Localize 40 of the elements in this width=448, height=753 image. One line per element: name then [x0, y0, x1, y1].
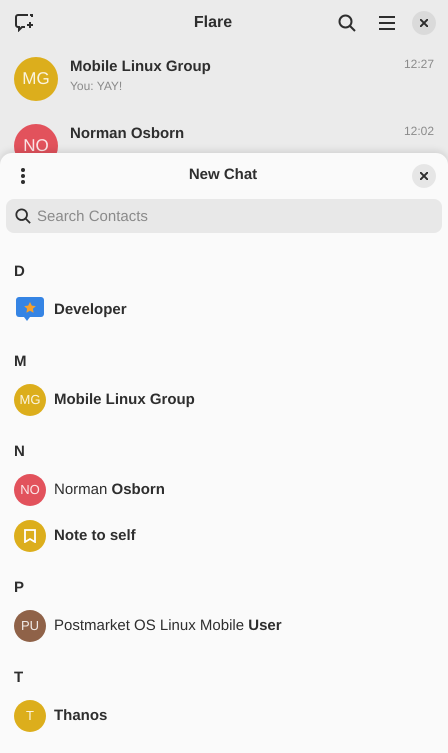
- avatar: PU: [14, 610, 46, 642]
- chat-row[interactable]: MG Mobile Linux Group You: YAY! 12:27: [0, 45, 448, 112]
- contact-name: Thanos: [54, 706, 108, 726]
- contact-name: Norman Osborn: [54, 480, 165, 500]
- more-icon: [21, 168, 25, 184]
- avatar: NO: [14, 474, 46, 506]
- close-button[interactable]: [412, 10, 436, 34]
- contact-row[interactable]: T Thanos: [0, 693, 448, 739]
- contact-row[interactable]: MG Mobile Linux Group: [0, 377, 448, 423]
- chat-time: 12:27: [404, 56, 434, 73]
- contact-row[interactable]: PU Postmarket OS Linux Mobile User: [0, 603, 448, 649]
- chat-name: Norman Osborn: [70, 124, 186, 144]
- close-button[interactable]: [412, 164, 436, 188]
- avatar: MG: [14, 384, 46, 416]
- contact-row[interactable]: Note to self: [0, 513, 448, 559]
- section-letter: T: [14, 669, 24, 687]
- section-letter: M: [14, 353, 28, 371]
- close-icon: [420, 18, 428, 26]
- section-letter: P: [14, 579, 26, 597]
- chat-preview: You: YAY!: [70, 78, 124, 95]
- menu-icon: [379, 16, 395, 30]
- search-icon: [338, 14, 356, 32]
- contact-name: Note to self: [54, 526, 136, 546]
- search-icon: [15, 208, 31, 224]
- search-field[interactable]: Search Contacts: [6, 199, 442, 233]
- chat-add-icon: [15, 14, 33, 32]
- section-letter: N: [14, 443, 26, 461]
- contact-name: Postmarket OS Linux Mobile User: [54, 616, 282, 636]
- avatar: MG: [14, 56, 58, 100]
- contact-name: Mobile Linux Group: [54, 390, 195, 410]
- contact-row[interactable]: Developer: [0, 287, 448, 333]
- contact-row[interactable]: NO Norman Osborn: [0, 467, 448, 513]
- avatar: T: [14, 700, 46, 732]
- window-title: Flare: [194, 12, 232, 32]
- sheet-title: New Chat: [188, 165, 258, 186]
- chat-time: 12:02: [404, 123, 434, 140]
- close-icon: [420, 172, 428, 180]
- contact-name: Developer: [54, 300, 127, 320]
- chat-name: Mobile Linux Group: [70, 57, 212, 77]
- section-letter: D: [14, 263, 26, 281]
